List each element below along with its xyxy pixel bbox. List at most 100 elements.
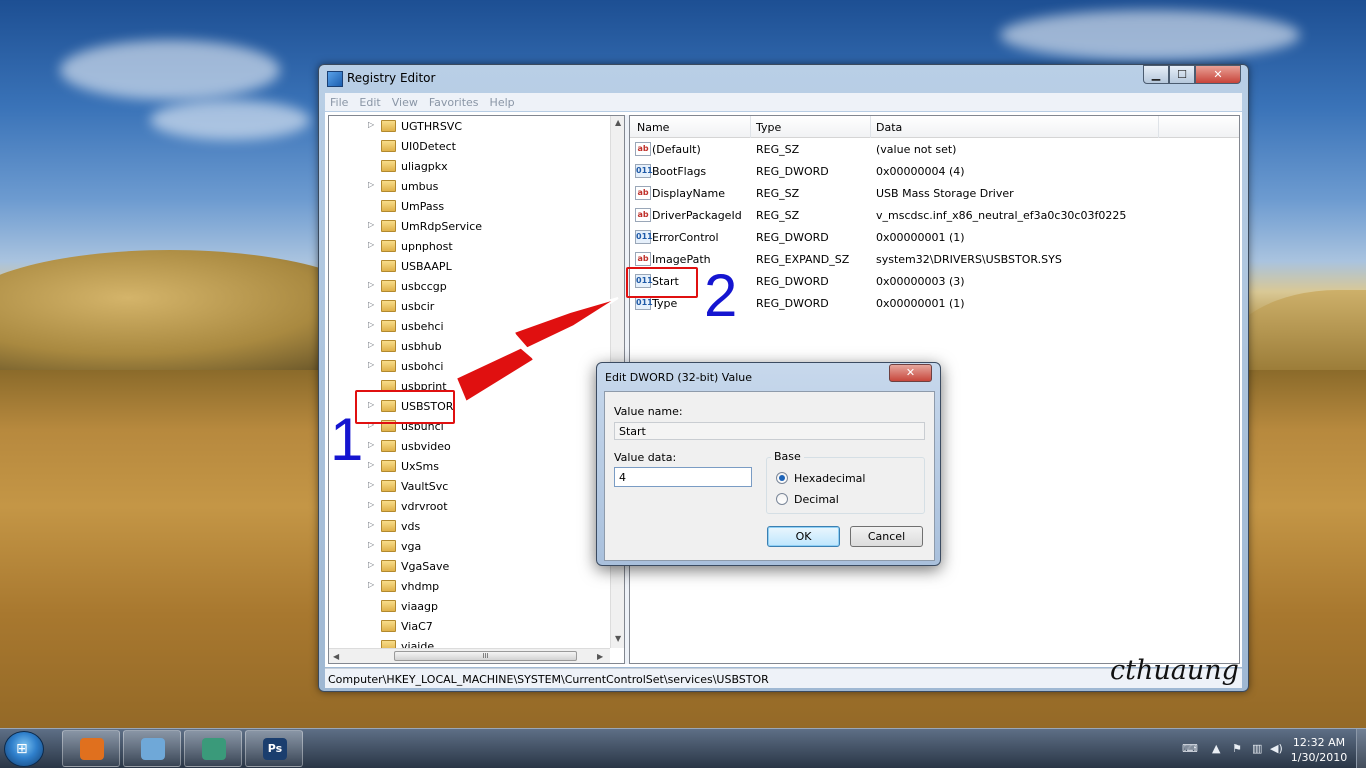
value-name: ErrorControl [652, 231, 719, 244]
string-value-icon: ab [635, 252, 651, 266]
column-header-name[interactable]: Name [637, 121, 669, 134]
expand-arrow-icon[interactable]: ▷ [368, 360, 374, 369]
expand-arrow-icon[interactable]: ▷ [368, 560, 374, 569]
menu-favorites[interactable]: Favorites [424, 93, 485, 109]
registry-value-row[interactable]: ab (Default) REG_SZ (value not set) [630, 139, 1239, 161]
menu-file[interactable]: File [325, 93, 354, 109]
value-data: 0x00000003 (3) [876, 275, 965, 288]
firefox-icon [80, 738, 104, 760]
folder-icon [381, 160, 396, 172]
network-icon[interactable]: ▥ [1252, 742, 1262, 755]
expand-arrow-icon[interactable]: ▷ [368, 280, 374, 289]
expand-arrow-icon[interactable]: ▷ [368, 340, 374, 349]
edit-dword-dialog[interactable]: Edit DWORD (32-bit) Value ✕ Value name: … [596, 362, 941, 566]
expand-arrow-icon[interactable]: ▷ [368, 460, 374, 469]
menu-view[interactable]: View [387, 93, 424, 109]
expand-arrow-icon[interactable]: ▷ [368, 520, 374, 529]
close-button[interactable]: ✕ [1195, 65, 1241, 84]
column-header-data[interactable]: Data [876, 121, 902, 134]
column-divider[interactable] [1158, 116, 1159, 138]
hexadecimal-label[interactable]: Hexadecimal [794, 472, 865, 485]
tree-item[interactable]: ▷ VaultSvc [329, 477, 609, 497]
expand-arrow-icon[interactable]: ▷ [368, 440, 374, 449]
tree-item[interactable]: UI0Detect [329, 137, 609, 157]
system-clock[interactable]: 12:32 AM 1/30/2010 [1288, 735, 1350, 765]
tree-item[interactable]: ▷ VgaSave [329, 557, 609, 577]
tree-item[interactable]: ▷ vga [329, 537, 609, 557]
tree-item-label: viaagp [401, 600, 439, 613]
scroll-left-icon[interactable]: ◀ [333, 652, 339, 661]
tree-horizontal-scrollbar[interactable]: ◀ III ▶ [329, 648, 610, 663]
keyboard-icon[interactable]: ⌨ [1182, 742, 1198, 755]
show-hidden-icons-icon[interactable]: ▲ [1212, 742, 1220, 755]
decimal-radio[interactable] [776, 493, 788, 505]
taskbar-app-button[interactable]: Ps [245, 730, 303, 767]
value-name: (Default) [652, 143, 701, 156]
ok-button[interactable]: OK [767, 526, 840, 547]
scroll-up-icon[interactable]: ▲ [615, 118, 621, 127]
tree-item[interactable]: ▷ usbvideo [329, 437, 609, 457]
tree-item[interactable]: USBAAPL [329, 257, 609, 277]
dword-value-icon: 011 [635, 164, 653, 178]
folder-icon [381, 540, 396, 552]
tree-item[interactable]: ViaC7 [329, 617, 609, 637]
clock-date: 1/30/2010 [1290, 751, 1348, 764]
expand-arrow-icon[interactable]: ▷ [368, 320, 374, 329]
title-bar[interactable]: Registry Editor ▁ ☐ ✕ [319, 65, 1248, 91]
folder-icon [381, 220, 396, 232]
show-desktop-button[interactable] [1356, 729, 1366, 768]
tree-item[interactable]: viaagp [329, 597, 609, 617]
expand-arrow-icon[interactable]: ▷ [368, 540, 374, 549]
scroll-down-icon[interactable]: ▼ [615, 634, 621, 643]
decimal-label[interactable]: Decimal [794, 493, 839, 506]
tree-item[interactable]: ▷ UmRdpService [329, 217, 609, 237]
tree-item[interactable]: ▷ vdrvroot [329, 497, 609, 517]
registry-value-row[interactable]: 011 ErrorControl REG_DWORD 0x00000001 (1) [630, 227, 1239, 249]
expand-arrow-icon[interactable]: ▷ [368, 120, 374, 129]
column-divider[interactable] [750, 116, 751, 138]
expand-arrow-icon[interactable]: ▷ [368, 220, 374, 229]
registry-value-row[interactable]: ab DriverPackageId REG_SZ v_mscdsc.inf_x86_… [630, 205, 1239, 227]
expand-arrow-icon[interactable]: ▷ [368, 300, 374, 309]
tree-item[interactable]: ▷ umbus [329, 177, 609, 197]
tree-item[interactable]: ▷ upnphost [329, 237, 609, 257]
taskbar-app-button[interactable] [62, 730, 120, 767]
tree-item-label: usbehci [401, 320, 444, 333]
folder-icon [381, 140, 396, 152]
column-divider[interactable] [870, 116, 871, 138]
status-bar-path: Computer\HKEY_LOCAL_MACHINE\SYSTEM\Curre… [325, 668, 1242, 688]
tree-item[interactable]: UmPass [329, 197, 609, 217]
column-header-type[interactable]: Type [756, 121, 781, 134]
action-center-flag-icon[interactable]: ⚑ [1232, 742, 1242, 755]
dialog-close-button[interactable]: ✕ [889, 364, 932, 382]
menu-help[interactable]: Help [485, 93, 521, 109]
registry-value-row[interactable]: 011 BootFlags REG_DWORD 0x00000004 (4) [630, 161, 1239, 183]
expand-arrow-icon[interactable]: ▷ [368, 180, 374, 189]
minimize-button[interactable]: ▁ [1143, 65, 1169, 84]
scroll-right-icon[interactable]: ▶ [597, 652, 603, 661]
tree-item[interactable]: ▷ UGTHRSVC [329, 117, 609, 137]
folder-icon [381, 600, 396, 612]
volume-icon[interactable]: ◀) [1270, 742, 1283, 755]
cancel-button[interactable]: Cancel [850, 526, 923, 547]
value-data: system32\DRIVERS\USBSTOR.SYS [876, 253, 1062, 266]
expand-arrow-icon[interactable]: ▷ [368, 580, 374, 589]
tree-item[interactable]: ▷ vhdmp [329, 577, 609, 597]
tree-item[interactable]: uliagpkx [329, 157, 609, 177]
registry-value-row[interactable]: ab DisplayName REG_SZ USB Mass Storage Driv… [630, 183, 1239, 205]
string-value-icon: ab [635, 186, 651, 200]
taskbar-app-button[interactable] [184, 730, 242, 767]
value-type: REG_SZ [756, 143, 800, 156]
tree-item[interactable]: ▷ UxSms [329, 457, 609, 477]
menu-edit[interactable]: Edit [354, 93, 386, 109]
start-button[interactable]: ⊞ [4, 731, 44, 767]
value-data-input[interactable] [614, 467, 752, 487]
expand-arrow-icon[interactable]: ▷ [368, 500, 374, 509]
expand-arrow-icon[interactable]: ▷ [368, 240, 374, 249]
horizontal-scroll-thumb[interactable]: III [394, 651, 577, 661]
tree-item[interactable]: ▷ vds [329, 517, 609, 537]
taskbar-app-button[interactable] [123, 730, 181, 767]
hexadecimal-radio[interactable] [776, 472, 788, 484]
expand-arrow-icon[interactable]: ▷ [368, 480, 374, 489]
maximize-button[interactable]: ☐ [1169, 65, 1195, 84]
